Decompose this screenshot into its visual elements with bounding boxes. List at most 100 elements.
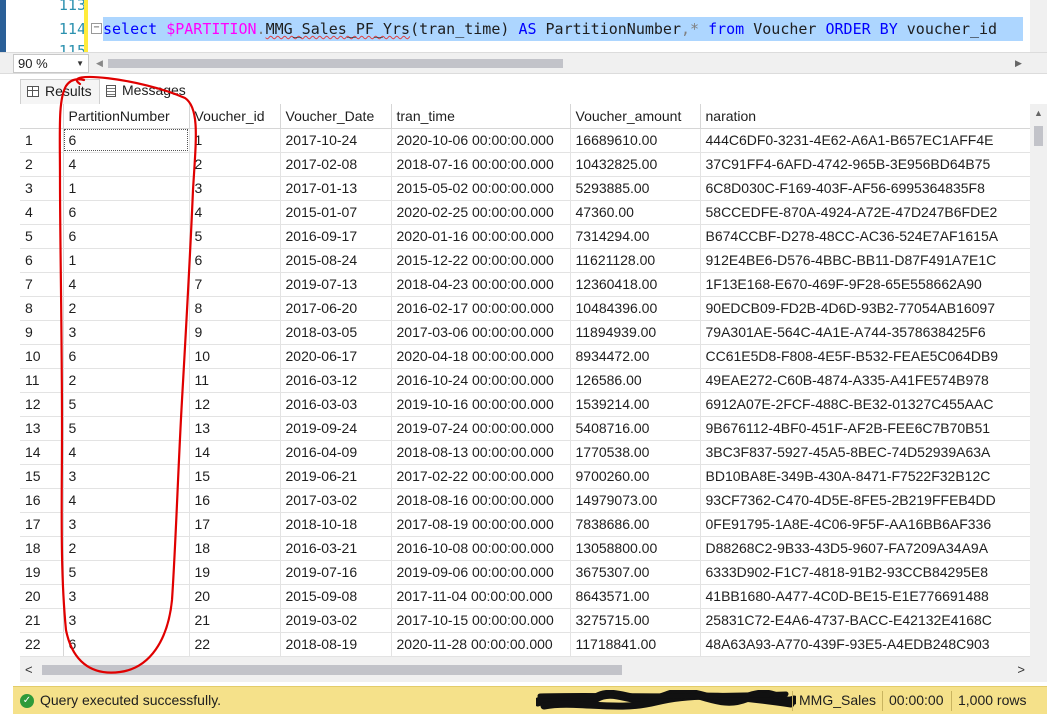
cell-partitionnumber[interactable]: 1 bbox=[63, 176, 190, 201]
cell-tran-time[interactable]: 2017-03-06 00:00:00.000 bbox=[391, 320, 571, 345]
cell-naration[interactable]: 0FE91795-1A8E-4C06-9F5F-AA16BB6AF336 bbox=[700, 512, 1031, 537]
cell-voucher-amount[interactable]: 5408716.00 bbox=[570, 416, 701, 441]
cell-naration[interactable]: 6C8D030C-F169-403F-AF56-6995364835F8 bbox=[700, 176, 1031, 201]
cell-tran-time[interactable]: 2020-01-16 00:00:00.000 bbox=[391, 224, 571, 249]
cell-voucher-date[interactable]: 2017-02-08 bbox=[280, 152, 392, 177]
table-row[interactable]: 11 2 11 2016-03-12 2016-10-24 00:00:00.000 12… bbox=[20, 368, 1031, 393]
cell-voucher-amount[interactable]: 3675307.00 bbox=[570, 560, 701, 585]
cell-partitionnumber[interactable]: 3 bbox=[63, 608, 190, 633]
scroll-right-icon[interactable]: > bbox=[1017, 662, 1025, 677]
cell-naration[interactable]: 41BB1680-A477-4C0D-BE15-E1E776691488 bbox=[700, 584, 1031, 609]
cell-naration[interactable]: 49EAE272-C60B-4874-A335-A41FE574B978 bbox=[700, 368, 1031, 393]
cell-partitionnumber[interactable]: 5 bbox=[63, 560, 190, 585]
cell-tran-time[interactable]: 2017-11-04 00:00:00.000 bbox=[391, 584, 571, 609]
cell-naration[interactable]: 912E4BE6-D576-4BBC-BB11-D87F491A7E1C bbox=[700, 248, 1031, 273]
cell-naration[interactable]: 444C6DF0-3231-4E62-A6A1-B657EC1AFF4E bbox=[700, 128, 1031, 153]
editor-hscroll-thumb[interactable] bbox=[108, 59, 563, 68]
cell-naration[interactable]: B674CCBF-D278-48CC-AC36-524E7AF1615A bbox=[700, 224, 1031, 249]
cell-partitionnumber[interactable]: 1 bbox=[63, 248, 190, 273]
selected-sql-statement[interactable]: select $PARTITION.MMG_Sales_PF_Yrs(tran_… bbox=[103, 17, 1023, 41]
cell-partitionnumber[interactable]: 6 bbox=[63, 344, 190, 369]
row-number[interactable]: 3 bbox=[20, 176, 64, 201]
cell-voucher-id[interactable]: 7 bbox=[189, 272, 281, 297]
cell-voucher-date[interactable]: 2016-03-21 bbox=[280, 536, 392, 561]
table-row[interactable]: 15 3 15 2019-06-21 2017-02-22 00:00:00.000 97… bbox=[20, 464, 1031, 489]
row-number[interactable]: 21 bbox=[20, 608, 64, 633]
cell-voucher-id[interactable]: 3 bbox=[189, 176, 281, 201]
cell-partitionnumber[interactable]: 2 bbox=[63, 368, 190, 393]
cell-tran-time[interactable]: 2017-02-22 00:00:00.000 bbox=[391, 464, 571, 489]
cell-voucher-date[interactable]: 2015-01-07 bbox=[280, 200, 392, 225]
cell-partitionnumber[interactable]: 4 bbox=[63, 272, 190, 297]
cell-voucher-date[interactable]: 2016-09-17 bbox=[280, 224, 392, 249]
cell-voucher-date[interactable]: 2016-04-09 bbox=[280, 440, 392, 465]
table-row[interactable]: 18 2 18 2016-03-21 2016-10-08 00:00:00.000 13… bbox=[20, 536, 1031, 561]
cell-partitionnumber[interactable]: 6 bbox=[63, 200, 190, 225]
row-number[interactable]: 14 bbox=[20, 440, 64, 465]
cell-tran-time[interactable]: 2017-08-19 00:00:00.000 bbox=[391, 512, 571, 537]
table-row[interactable]: 14 4 14 2016-04-09 2018-08-13 00:00:00.000 17… bbox=[20, 440, 1031, 465]
row-number[interactable]: 19 bbox=[20, 560, 64, 585]
row-number[interactable]: 1 bbox=[20, 128, 64, 153]
cell-tran-time[interactable]: 2018-08-16 00:00:00.000 bbox=[391, 488, 571, 513]
cell-voucher-id[interactable]: 22 bbox=[189, 632, 281, 657]
cell-voucher-amount[interactable]: 16689610.00 bbox=[570, 128, 701, 153]
cell-naration[interactable]: 37C91FF4-6AFD-4742-965B-3E956BD64B75 bbox=[700, 152, 1031, 177]
cell-voucher-id[interactable]: 18 bbox=[189, 536, 281, 561]
cell-voucher-date[interactable]: 2017-06-20 bbox=[280, 296, 392, 321]
cell-voucher-amount[interactable]: 5293885.00 bbox=[570, 176, 701, 201]
cell-tran-time[interactable]: 2020-10-06 00:00:00.000 bbox=[391, 128, 571, 153]
editor-scrollbar[interactable] bbox=[1030, 0, 1047, 52]
cell-tran-time[interactable]: 2019-09-06 00:00:00.000 bbox=[391, 560, 571, 585]
cell-naration[interactable]: CC61E5D8-F808-4E5F-B532-FEAE5C064DB9 bbox=[700, 344, 1031, 369]
table-row[interactable]: 8 2 8 2017-06-20 2016-02-17 00:00:00.000 1048… bbox=[20, 296, 1031, 321]
cell-partitionnumber[interactable]: 3 bbox=[63, 584, 190, 609]
column-header-tran-time[interactable]: tran_time bbox=[391, 104, 571, 129]
table-row[interactable]: 16 4 16 2017-03-02 2018-08-16 00:00:00.000 14… bbox=[20, 488, 1031, 513]
scroll-right-icon[interactable]: ▶ bbox=[1015, 58, 1022, 69]
scroll-left-icon[interactable]: ◀ bbox=[96, 58, 103, 69]
cell-naration[interactable]: 90EDCB09-FD2B-4D6D-93B2-77054AB16097 bbox=[700, 296, 1031, 321]
column-header-voucher-date[interactable]: Voucher_Date bbox=[280, 104, 392, 129]
cell-naration[interactable]: 3BC3F837-5927-45A5-8BEC-74D52939A63A bbox=[700, 440, 1031, 465]
cell-voucher-amount[interactable]: 10484396.00 bbox=[570, 296, 701, 321]
cell-voucher-id[interactable]: 5 bbox=[189, 224, 281, 249]
cell-voucher-id[interactable]: 6 bbox=[189, 248, 281, 273]
cell-tran-time[interactable]: 2015-05-02 00:00:00.000 bbox=[391, 176, 571, 201]
cell-voucher-amount[interactable]: 7838686.00 bbox=[570, 512, 701, 537]
cell-voucher-id[interactable]: 2 bbox=[189, 152, 281, 177]
table-row[interactable]: 21 3 21 2019-03-02 2017-10-15 00:00:00.000 32… bbox=[20, 608, 1031, 633]
table-row[interactable]: 20 3 20 2015-09-08 2017-11-04 00:00:00.000 86… bbox=[20, 584, 1031, 609]
column-header-voucher-id[interactable]: Voucher_id bbox=[189, 104, 281, 129]
cell-naration[interactable]: 79A301AE-564C-4A1E-A744-3578638425F6 bbox=[700, 320, 1031, 345]
cell-tran-time[interactable]: 2017-10-15 00:00:00.000 bbox=[391, 608, 571, 633]
cell-partitionnumber[interactable]: 5 bbox=[63, 416, 190, 441]
cell-partitionnumber[interactable]: 6 bbox=[63, 128, 190, 153]
row-number[interactable]: 10 bbox=[20, 344, 64, 369]
dropdown-arrow-icon[interactable]: ▼ bbox=[76, 55, 84, 72]
cell-tran-time[interactable]: 2020-02-25 00:00:00.000 bbox=[391, 200, 571, 225]
row-number[interactable]: 12 bbox=[20, 392, 64, 417]
cell-voucher-amount[interactable]: 7314294.00 bbox=[570, 224, 701, 249]
scroll-left-icon[interactable]: < bbox=[25, 662, 33, 677]
cell-voucher-id[interactable]: 14 bbox=[189, 440, 281, 465]
cell-naration[interactable]: 1F13E168-E670-469F-9F28-65E558662A90 bbox=[700, 272, 1031, 297]
cell-voucher-id[interactable]: 9 bbox=[189, 320, 281, 345]
cell-naration[interactable]: 25831C72-E4A6-4737-BACC-E42132E4168C bbox=[700, 608, 1031, 633]
cell-voucher-date[interactable]: 2019-03-02 bbox=[280, 608, 392, 633]
cell-voucher-id[interactable]: 13 bbox=[189, 416, 281, 441]
cell-voucher-id[interactable]: 4 bbox=[189, 200, 281, 225]
cell-tran-time[interactable]: 2020-04-18 00:00:00.000 bbox=[391, 344, 571, 369]
row-number[interactable]: 15 bbox=[20, 464, 64, 489]
row-number[interactable]: 9 bbox=[20, 320, 64, 345]
column-header-partitionnumber[interactable]: PartitionNumber bbox=[63, 104, 190, 129]
table-row[interactable]: 19 5 19 2019-07-16 2019-09-06 00:00:00.000 36… bbox=[20, 560, 1031, 585]
cell-voucher-id[interactable]: 1 bbox=[189, 128, 281, 153]
cell-naration[interactable]: 6333D902-F1C7-4818-91B2-93CCB84295E8 bbox=[700, 560, 1031, 585]
row-number[interactable]: 22 bbox=[20, 632, 64, 657]
cell-voucher-date[interactable]: 2018-10-18 bbox=[280, 512, 392, 537]
cell-voucher-id[interactable]: 10 bbox=[189, 344, 281, 369]
cell-voucher-date[interactable]: 2016-03-12 bbox=[280, 368, 392, 393]
scroll-up-icon[interactable]: ▲ bbox=[1034, 108, 1043, 118]
cell-voucher-date[interactable]: 2016-03-03 bbox=[280, 392, 392, 417]
